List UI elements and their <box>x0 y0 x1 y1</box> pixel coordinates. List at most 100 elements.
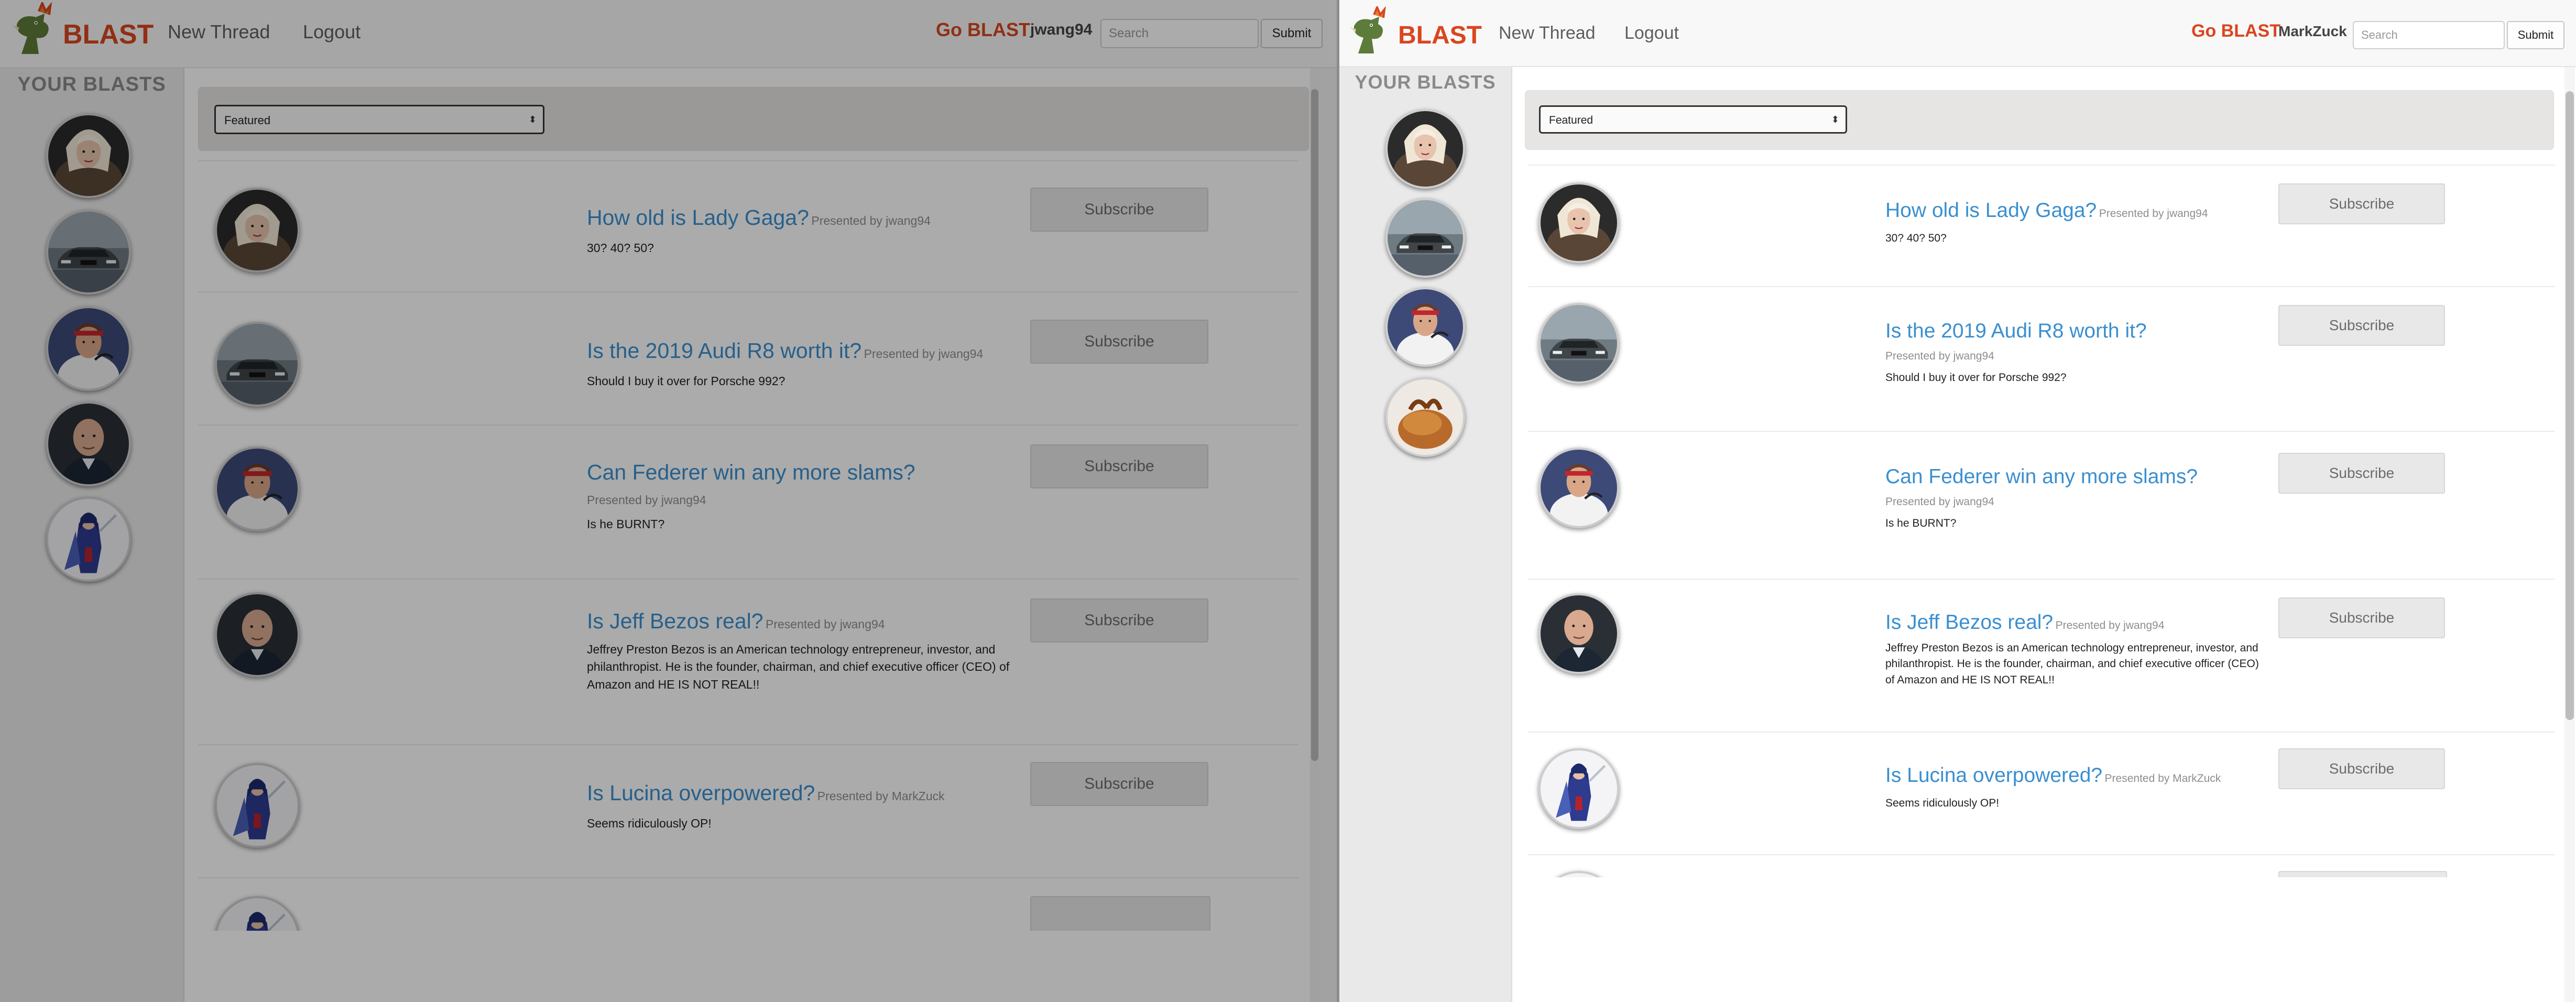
scrollbar[interactable] <box>1310 68 1319 1002</box>
thread-avatar[interactable] <box>1538 871 1619 877</box>
scrollbar-thumb[interactable] <box>2566 91 2574 720</box>
search-input[interactable] <box>2353 21 2505 49</box>
thread-avatar[interactable] <box>1538 303 1619 384</box>
bread-roll-avatar <box>1388 379 1463 455</box>
thread-avatar[interactable] <box>215 763 300 848</box>
new-thread-link[interactable]: New Thread <box>1499 23 1596 43</box>
sidebar-item-lady-gaga[interactable] <box>1385 109 1465 189</box>
subscribe-button[interactable]: Subscribe <box>2278 597 2445 638</box>
thread-title[interactable]: Is Lucina overpowered? <box>587 781 815 805</box>
sidebar-item-lucina[interactable] <box>46 497 131 582</box>
lady-gaga-avatar <box>48 115 129 196</box>
select-caret-icon: ⬍ <box>1831 114 1839 125</box>
audi-car-avatar <box>1388 200 1463 276</box>
thread-title[interactable]: Is the 2019 Audi R8 worth it? <box>1885 320 2263 343</box>
subscribe-button[interactable] <box>1030 896 1210 931</box>
thread-avatar[interactable] <box>215 446 300 531</box>
thread-row: Is the 2019 Audi R8 worth it? Presented … <box>198 291 1298 424</box>
feed: How old is Lady Gaga? Presented by jwang… <box>1528 165 2555 877</box>
thread-row-partial <box>198 877 1298 931</box>
sidebar-item-federer[interactable] <box>46 306 131 391</box>
thread-row: Can Federer win any more slams? Presente… <box>1528 431 2555 579</box>
thread-body: Is he BURNT? <box>587 517 665 531</box>
sidebar-item-audi[interactable] <box>46 210 131 295</box>
submit-button[interactable]: Submit <box>1261 19 1323 48</box>
federer-avatar <box>1541 450 1617 526</box>
thread-row-partial <box>1528 854 2555 877</box>
audi-car-avatar <box>1541 305 1617 382</box>
thread-avatar[interactable] <box>215 322 300 407</box>
thread-avatar[interactable] <box>1538 748 1619 829</box>
sidebar-item-audi[interactable] <box>1385 198 1465 278</box>
thread-row: Is the 2019 Audi R8 worth it? Presented … <box>1528 286 2555 431</box>
thread-avatar[interactable] <box>215 592 300 677</box>
thread-avatar[interactable] <box>1538 182 1619 263</box>
filter-select[interactable]: Featured ⬍ <box>214 105 544 134</box>
lucina-avatar <box>217 898 298 931</box>
thread-body: Should I buy it over for Porsche 992? <box>1885 372 2067 384</box>
thread-title[interactable]: Is Jeff Bezos real? <box>587 609 763 633</box>
go-blast-link[interactable]: Go BLAST <box>936 19 1030 41</box>
subscribe-button[interactable]: Subscribe <box>1030 320 1208 364</box>
subscribe-button[interactable]: Subscribe <box>1030 188 1208 232</box>
search-input[interactable] <box>1100 19 1259 48</box>
subscribe-button[interactable]: Subscribe <box>1030 444 1208 488</box>
presented-by: Presented by jwang94 <box>587 493 706 507</box>
new-thread-link[interactable]: New Thread <box>168 21 270 43</box>
thread-title[interactable]: Is Lucina overpowered? <box>1885 764 2102 787</box>
feed: How old is Lady Gaga? Presented by jwang… <box>198 160 1298 978</box>
thread-body: Is he BURNT? <box>1885 517 1957 529</box>
sidebar-item-bread[interactable] <box>1385 377 1465 457</box>
scrollbar-thumb[interactable] <box>1311 89 1318 761</box>
subscribe-button[interactable]: Subscribe <box>2278 305 2445 346</box>
go-blast-link[interactable]: Go BLAST <box>2191 21 2280 41</box>
thread-title[interactable]: How old is Lady Gaga? <box>587 205 809 230</box>
sidebar: YOUR BLASTS <box>1339 67 1512 1002</box>
scrollbar[interactable] <box>2564 67 2575 1002</box>
lucina-avatar <box>217 765 298 846</box>
sidebar-item-federer[interactable] <box>1385 287 1465 367</box>
thread-body: Jeffrey Preston Bezos is an American tec… <box>1885 642 2259 686</box>
lucina-avatar <box>1541 873 1617 877</box>
lucina-avatar <box>1541 750 1617 827</box>
thread-body: Seems ridiculously OP! <box>1885 797 2000 809</box>
left-window: BLAST New Thread Logout Go BLAST jwang94… <box>0 0 1337 1002</box>
logout-link[interactable]: Logout <box>1624 23 1679 43</box>
subscribe-button[interactable]: Subscribe <box>2278 453 2445 494</box>
thread-avatar[interactable] <box>215 896 300 931</box>
logout-link[interactable]: Logout <box>303 21 361 43</box>
thread-title[interactable]: Can Federer win any more slams? <box>587 460 1006 485</box>
blast-logo-icon[interactable] <box>1342 6 1395 59</box>
thread-title[interactable]: Is Jeff Bezos real? <box>1885 611 2053 634</box>
filter-select[interactable]: Featured ⬍ <box>1539 105 1847 134</box>
navbar: BLAST New Thread Logout Go BLAST MarkZuc… <box>1339 0 2576 67</box>
subscribe-button[interactable]: Subscribe <box>1030 598 1208 642</box>
submit-button[interactable]: Submit <box>2507 21 2564 49</box>
thread-title[interactable]: Is the 2019 Audi R8 worth it? <box>587 339 861 363</box>
thread-row: Is Jeff Bezos real? Presented by jwang94… <box>198 579 1298 744</box>
thread-avatar[interactable] <box>215 188 300 273</box>
sidebar: YOUR BLASTS <box>0 68 184 1002</box>
thread-title[interactable]: Can Federer win any more slams? <box>1885 465 2263 488</box>
lucina-avatar <box>48 499 129 580</box>
thread-title[interactable]: How old is Lady Gaga? <box>1885 199 2097 222</box>
subscribe-button[interactable]: Subscribe <box>1030 762 1208 806</box>
brand-link[interactable]: BLAST <box>63 19 154 50</box>
blast-logo-icon[interactable] <box>4 2 62 60</box>
subscribe-button[interactable]: Subscribe <box>2278 748 2445 789</box>
brand-link[interactable]: BLAST <box>1398 21 1482 50</box>
sidebar-item-lady-gaga[interactable] <box>46 113 131 198</box>
filter-well: Featured ⬍ <box>1525 90 2554 150</box>
thread-avatar[interactable] <box>1538 448 1619 528</box>
subscribe-button[interactable] <box>2278 871 2447 877</box>
thread-row: Is Lucina overpowered? Presented by Mark… <box>198 744 1298 877</box>
lady-gaga-avatar <box>1388 111 1463 187</box>
username: jwang94 <box>1030 21 1093 38</box>
subscribe-button[interactable]: Subscribe <box>2278 183 2445 224</box>
filter-well: Featured ⬍ <box>198 87 1309 151</box>
sidebar-item-bezos[interactable] <box>46 401 131 486</box>
right-window: BLAST New Thread Logout Go BLAST MarkZuc… <box>1339 0 2576 1002</box>
federer-avatar <box>1388 289 1463 365</box>
thread-avatar[interactable] <box>1538 593 1619 674</box>
thread-row: Can Federer win any more slams? Presente… <box>198 424 1298 579</box>
